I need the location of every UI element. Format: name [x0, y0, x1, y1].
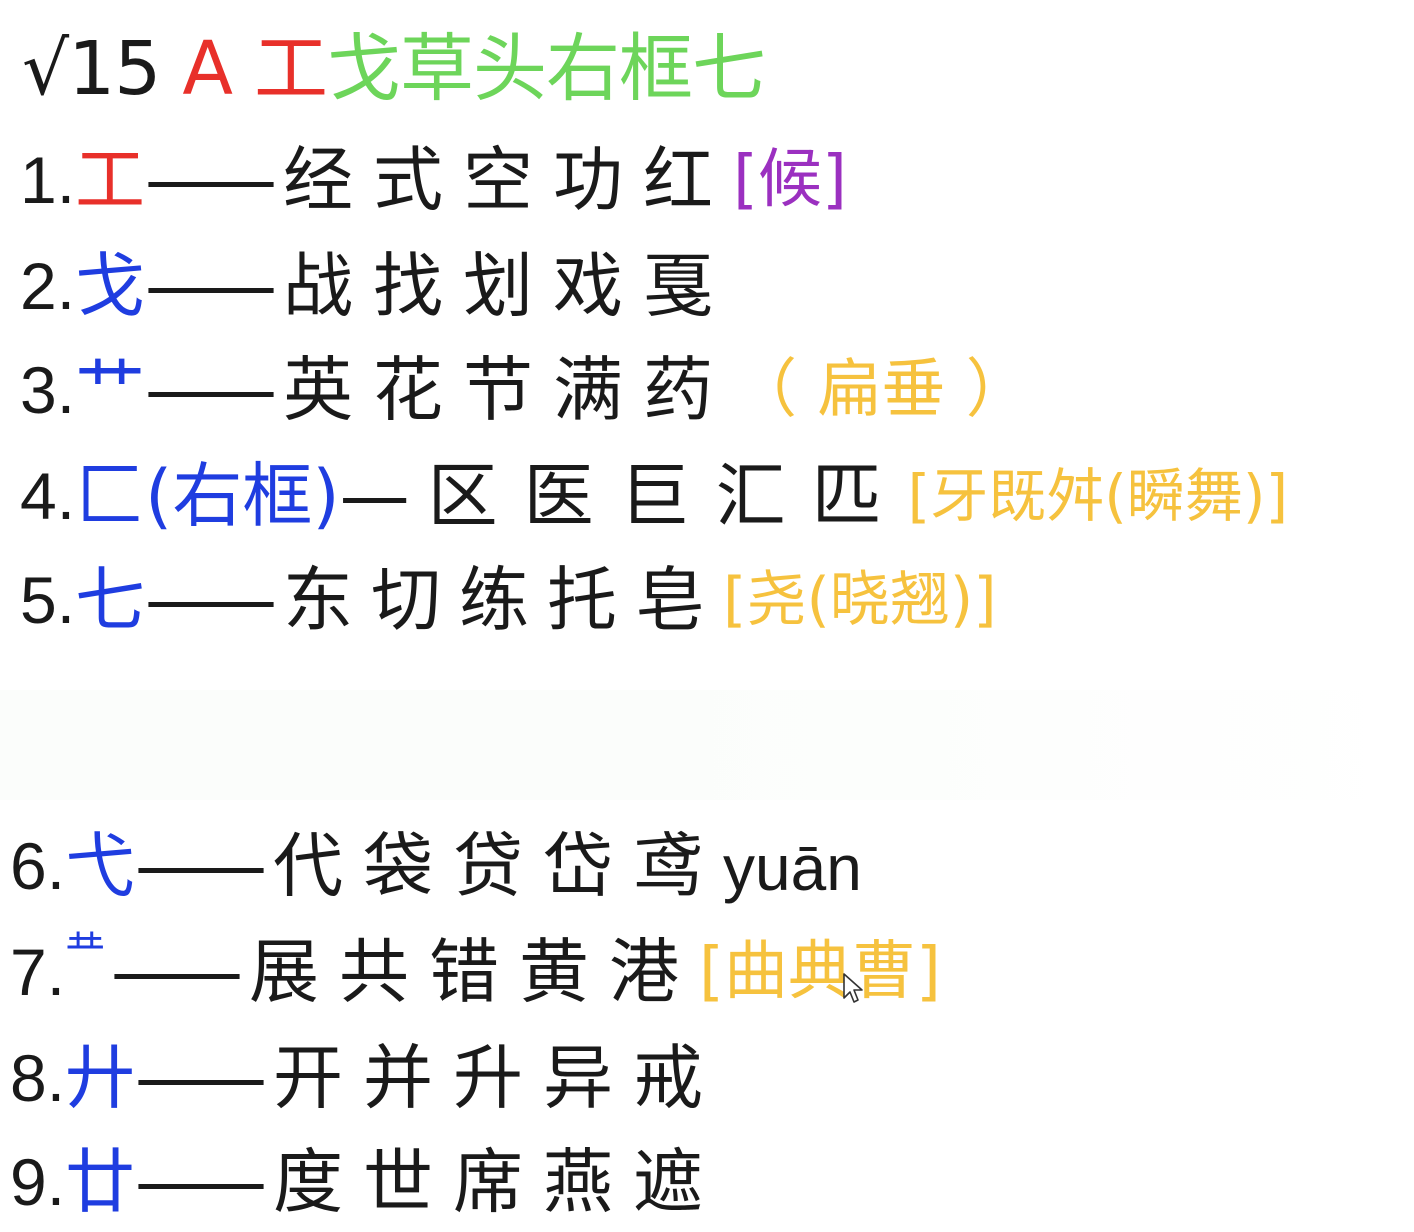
item-radical: 匚(右框) — [75, 455, 340, 537]
list-item: 4.匚(右框)— 区医巨汇匹[牙既舛(瞬舞)] — [20, 446, 1288, 546]
title-check-number: √15 — [22, 26, 161, 112]
item-number: 2. — [20, 249, 76, 323]
item-characters: 展共错黄港 — [249, 931, 700, 1013]
item-dash: —— — [135, 1037, 267, 1119]
list-item: 1.工—— 经式空功红[候] — [20, 130, 847, 230]
list-item: 9.廿—— 度世席燕遮 — [10, 1132, 723, 1232]
item-dash: — — [339, 455, 410, 537]
item-dash: —— — [111, 931, 243, 1013]
list-item: 3.艹—— 英花节满药（ 扁垂 ） — [20, 340, 1030, 440]
item-pinyin: yuān — [723, 832, 862, 904]
list-item: 7.龷—— 展共错黄港[曲典曹] — [10, 922, 941, 1022]
item-note: （ 扁垂 ） — [733, 353, 1030, 427]
faded-region — [0, 690, 1414, 800]
list-item: 8.廾—— 开并升异戒 — [10, 1028, 723, 1128]
item-number: 6. — [10, 829, 66, 903]
item-characters: 开并升异戒 — [273, 1037, 724, 1119]
item-dash: —— — [135, 825, 267, 907]
item-dash: —— — [145, 245, 277, 327]
item-radical: 廾 — [65, 1037, 136, 1119]
item-dash: —— — [145, 349, 277, 431]
item-radical: 戈 — [75, 245, 146, 327]
item-radical: 弋 — [65, 825, 136, 907]
item-note: [牙既舛(瞬舞)] — [907, 462, 1289, 530]
item-characters: 经式空功红 — [283, 139, 734, 221]
slide-title: √15 A 工戈草头右框七 — [22, 24, 766, 114]
item-number: 7. — [10, 935, 66, 1009]
item-radical: 廿 — [65, 1141, 136, 1223]
mouse-pointer-icon — [843, 973, 863, 1003]
item-number: 4. — [20, 459, 76, 533]
title-letter: A — [182, 26, 233, 112]
item-radical: 龷 — [65, 929, 106, 975]
item-radical: 七 — [75, 559, 146, 641]
item-note: [曲典曹] — [699, 935, 941, 1009]
item-number: 1. — [20, 143, 76, 217]
item-characters: 度世席燕遮 — [273, 1141, 724, 1223]
item-characters: 区医巨汇匹 — [427, 455, 908, 537]
item-number: 8. — [10, 1041, 66, 1115]
item-characters: 代袋贷岱鸢 — [273, 825, 724, 907]
list-item: 5.七—— 东切练托皂[尧(晓翘)] — [20, 550, 997, 650]
title-radical: 工 — [253, 26, 328, 112]
list-item: 6.弋—— 代袋贷岱鸢yuān — [10, 816, 862, 916]
item-characters: 东切练托皂 — [283, 559, 724, 641]
item-radical: 艹 — [75, 349, 146, 431]
item-dash: —— — [135, 1141, 267, 1223]
item-note: [尧(晓翘)] — [723, 565, 997, 635]
item-dash: —— — [145, 559, 277, 641]
item-note: [候] — [733, 143, 847, 217]
item-characters: 战找划戏戛 — [283, 245, 734, 327]
item-number: 3. — [20, 353, 76, 427]
item-characters: 英花节满药 — [283, 349, 734, 431]
title-rest: 戈草头右框七 — [326, 26, 766, 112]
item-number: 9. — [10, 1145, 66, 1219]
item-radical: 工 — [75, 139, 146, 221]
item-dash: —— — [145, 139, 277, 221]
item-number: 5. — [20, 563, 76, 637]
list-item: 2.戈—— 战找划戏戛 — [20, 236, 733, 336]
